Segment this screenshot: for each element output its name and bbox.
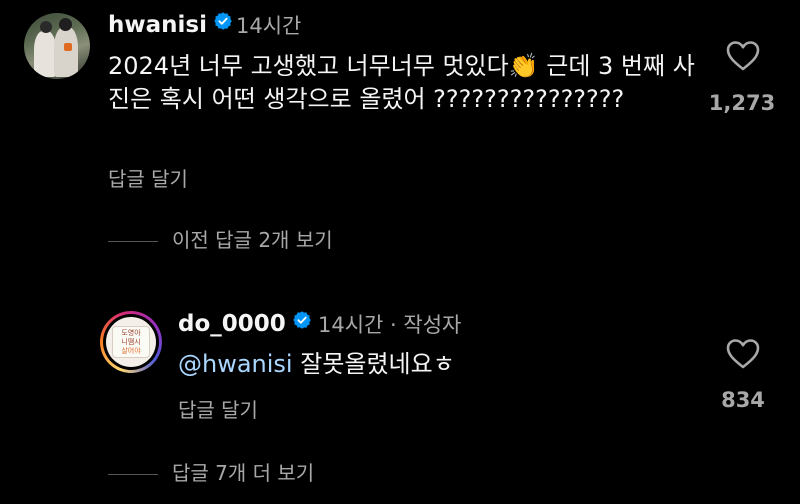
username[interactable]: hwanisi — [108, 12, 207, 38]
heart-outline-icon[interactable] — [726, 40, 760, 72]
verified-badge-icon — [292, 308, 312, 338]
reply-text: @hwanisi 잘못올렸네요ㅎ — [178, 348, 455, 381]
view-previous-replies-button[interactable]: 이전 답글 2개 보기 — [172, 226, 333, 254]
reply-button[interactable]: 답글 달기 — [108, 165, 188, 193]
heart-outline-icon[interactable] — [726, 338, 760, 370]
timestamp-value: 14시간 — [318, 313, 384, 337]
avatar[interactable] — [24, 13, 90, 79]
like-count[interactable]: 834 — [698, 385, 788, 415]
timestamp: 14시간 — [236, 14, 302, 38]
avatar: 도영아 니땜시 살어야 — [106, 317, 156, 367]
avatar-sign-line: 살어야 — [121, 347, 141, 355]
view-more-replies-button[interactable]: 답글 7개 더 보기 — [172, 459, 314, 487]
reply-button[interactable]: 답글 달기 — [178, 396, 258, 424]
avatar-sign-line: 도영아 — [121, 329, 141, 337]
mention-link[interactable]: @hwanisi — [178, 350, 293, 378]
avatar-sign: 도영아 니땜시 살어야 — [112, 326, 150, 358]
author-tag: · 작성자 — [383, 313, 462, 337]
story-ring-avatar[interactable]: 도영아 니땜시 살어야 — [100, 311, 162, 373]
like-count[interactable]: 1,273 — [690, 88, 794, 118]
comment-author[interactable]: hwanisi — [108, 10, 233, 40]
comment-text: 2024년 너무 고생했고 너무너무 멋있다👏 근데 3 번째 사진은 혹시 어… — [108, 50, 698, 116]
avatar-gap: 도영아 니땜시 살어야 — [103, 314, 159, 370]
clapping-hands-emoji: 👏 — [508, 52, 539, 80]
comment-text-part: 2024년 너무 고생했고 너무너무 멋있다 — [108, 52, 509, 80]
reply-author[interactable]: do_0000 — [178, 309, 312, 339]
divider — [108, 474, 158, 475]
reply-text-part: 잘못올렸네요ㅎ — [292, 350, 455, 378]
timestamp: 14시간 · 작성자 — [318, 310, 461, 340]
username[interactable]: do_0000 — [178, 311, 286, 337]
avatar-sign-line: 니땜시 — [121, 338, 141, 346]
divider — [108, 241, 158, 242]
verified-badge-icon — [213, 9, 233, 39]
